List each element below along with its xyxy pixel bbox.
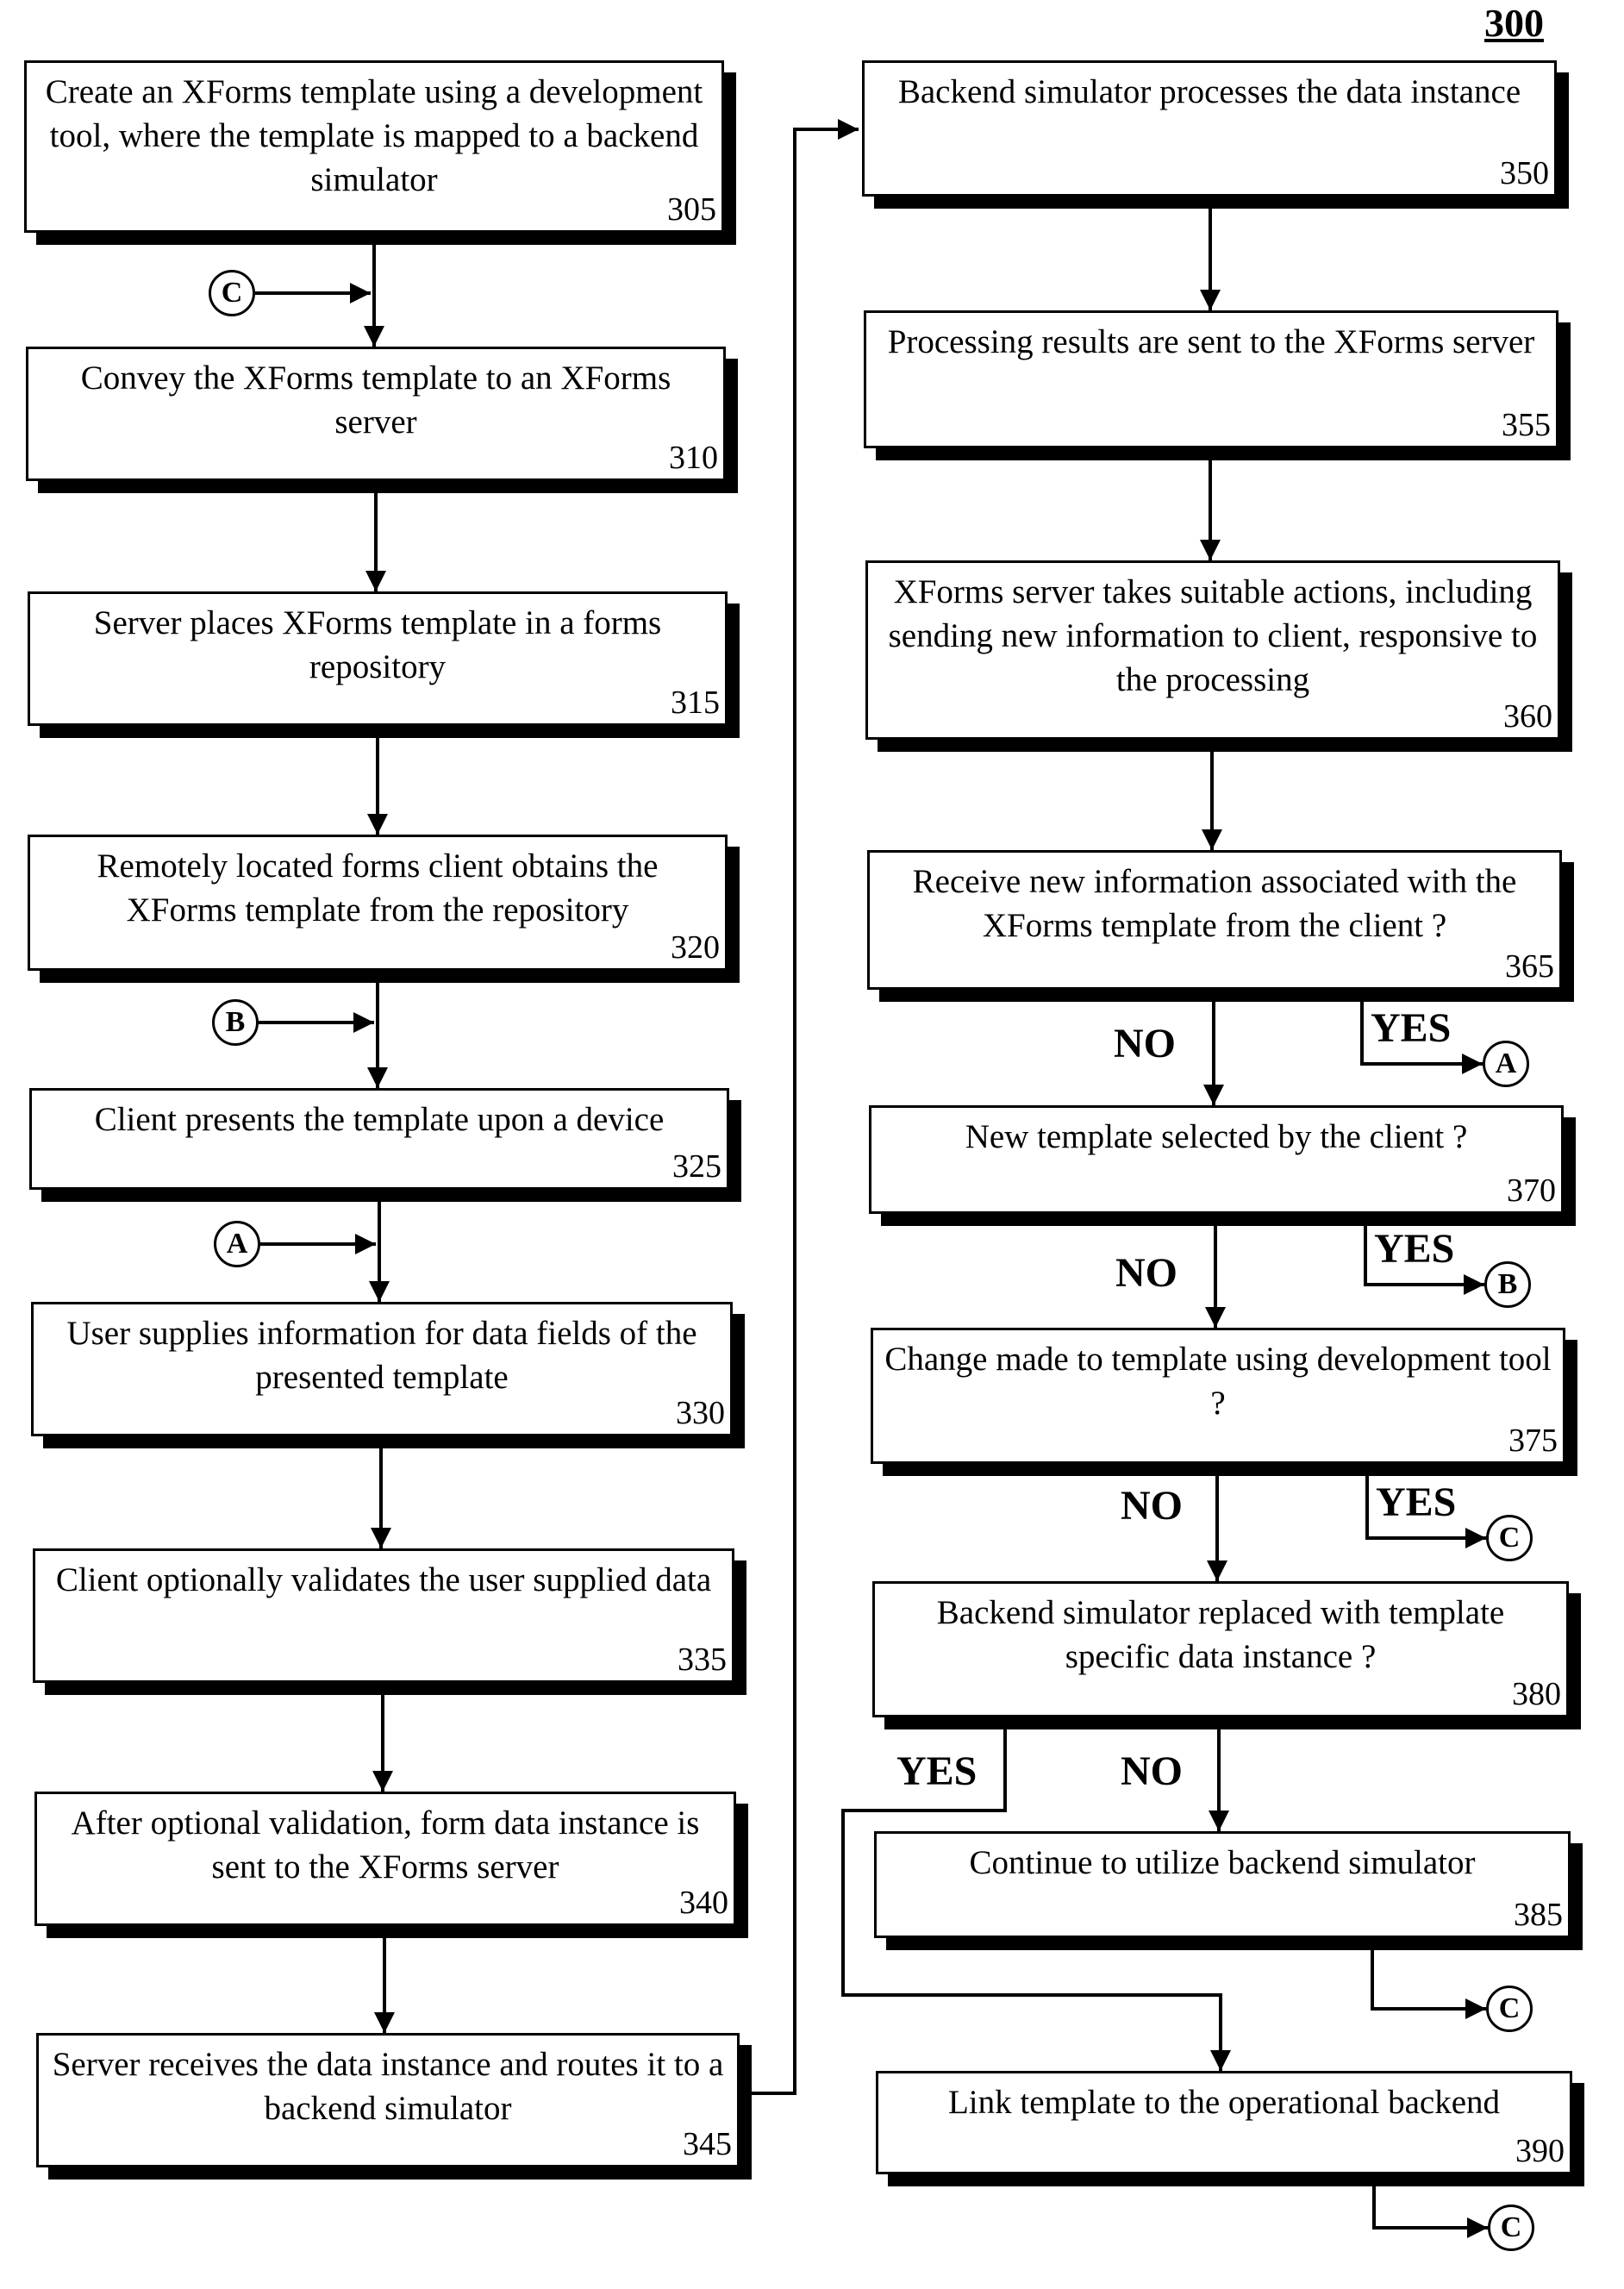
- step-350: Backend simulator processes the data ins…: [862, 60, 1557, 197]
- step-355: Processing results are sent to the XForm…: [864, 310, 1558, 448]
- step-number: 375: [1508, 1423, 1558, 1459]
- step-text: Change made to template using developmen…: [884, 1341, 1552, 1422]
- step-number: 380: [1512, 1676, 1561, 1712]
- step-text: User supplies information for data field…: [66, 1315, 697, 1396]
- step-text: Server receives the data instance and ro…: [52, 2046, 724, 2127]
- arrow-390-c: [1372, 2167, 1488, 2238]
- step-number: 340: [679, 1885, 728, 1921]
- step-325: Client presents the template upon a devi…: [29, 1088, 729, 1190]
- step-text: Processing results are sent to the XForm…: [887, 323, 1535, 360]
- no-label: NO: [1114, 1021, 1176, 1066]
- connector-c: C: [1486, 1515, 1533, 1561]
- step-text: After optional validation, form data ins…: [71, 1804, 700, 1886]
- step-390: Link template to the operational backend…: [876, 2071, 1572, 2174]
- connector-b: B: [212, 999, 259, 1046]
- no-label: NO: [1121, 1483, 1183, 1529]
- connector-a: A: [1483, 1041, 1529, 1087]
- step-number: 320: [671, 929, 720, 966]
- step-text: New template selected by the client ?: [965, 1118, 1468, 1155]
- step-375: Change made to template using developmen…: [871, 1328, 1565, 1464]
- no-label: NO: [1121, 1748, 1183, 1794]
- figure-number: 300: [1484, 1, 1544, 45]
- step-number: 370: [1507, 1173, 1556, 1209]
- step-360: XForms server takes suitable actions, in…: [865, 560, 1560, 740]
- step-305: Create an XForms template using a develo…: [24, 60, 724, 233]
- yes-label: YES: [1376, 1479, 1457, 1525]
- step-text: Create an XForms template using a develo…: [45, 73, 703, 198]
- connector-b: B: [1484, 1261, 1531, 1308]
- step-text: Continue to utilize backend simulator: [969, 1844, 1476, 1881]
- step-number: 310: [669, 440, 718, 476]
- step-text: Remotely located forms client obtains th…: [97, 847, 659, 929]
- step-text: Link template to the operational backend: [947, 2084, 1500, 2121]
- step-340: After optional validation, form data ins…: [34, 1792, 736, 1926]
- yes-label: YES: [1374, 1226, 1455, 1272]
- step-number: 355: [1502, 407, 1551, 443]
- step-number: 335: [678, 1642, 727, 1678]
- step-number: 330: [676, 1395, 725, 1431]
- step-380: Backend simulator replaced with template…: [872, 1581, 1569, 1717]
- connector-c: C: [209, 270, 255, 316]
- step-365: Receive new information associated with …: [867, 850, 1562, 990]
- step-315: Server places XForms template in a forms…: [28, 591, 728, 726]
- step-number: 305: [667, 191, 716, 228]
- step-number: 315: [671, 685, 720, 721]
- yes-label: YES: [1371, 1005, 1452, 1051]
- step-text: Client presents the template upon a devi…: [94, 1101, 665, 1138]
- step-330: User supplies information for data field…: [31, 1302, 733, 1436]
- step-text: Receive new information associated with …: [912, 863, 1517, 944]
- no-label: NO: [1115, 1250, 1177, 1296]
- yes-label: YES: [896, 1748, 978, 1794]
- arrow-345-350: [741, 119, 859, 2095]
- step-text: Server places XForms template in a forms…: [93, 604, 662, 685]
- step-345: Server receives the data instance and ro…: [36, 2033, 740, 2167]
- step-number: 365: [1505, 948, 1554, 985]
- step-text: XForms server takes suitable actions, in…: [888, 573, 1538, 698]
- step-text: Backend simulator replaced with template…: [936, 1594, 1505, 1675]
- step-number: 345: [683, 2126, 732, 2162]
- step-number: 385: [1514, 1897, 1563, 1933]
- step-number: 350: [1500, 155, 1549, 191]
- step-number: 390: [1515, 2133, 1565, 2169]
- step-text: Convey the XForms template to an XForms …: [80, 360, 671, 441]
- step-number: 325: [672, 1148, 721, 1185]
- step-310: Convey the XForms template to an XForms …: [26, 347, 726, 481]
- step-number: 360: [1503, 698, 1552, 735]
- step-text: Client optionally validates the user sup…: [55, 1561, 712, 1598]
- step-385: Continue to utilize backend simulator 38…: [874, 1831, 1571, 1938]
- connector-c: C: [1488, 2205, 1534, 2251]
- arrow-385-c: [1371, 1945, 1486, 2019]
- connector-a: A: [214, 1221, 260, 1267]
- step-320: Remotely located forms client obtains th…: [28, 835, 728, 971]
- connector-c: C: [1486, 1986, 1533, 2032]
- step-370: New template selected by the client ? 37…: [869, 1105, 1564, 1214]
- step-text: Backend simulator processes the data ins…: [897, 73, 1521, 110]
- step-335: Client optionally validates the user sup…: [33, 1548, 734, 1683]
